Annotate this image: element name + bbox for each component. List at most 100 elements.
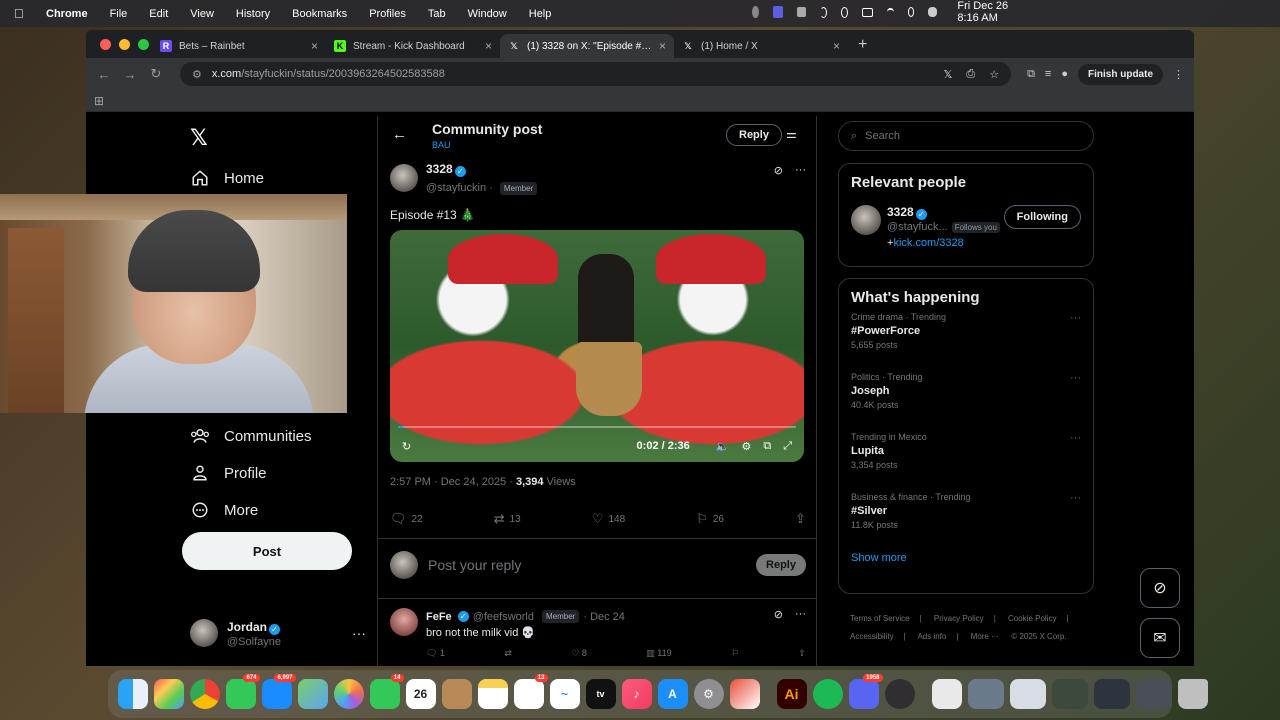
replay-icon[interactable]: ↻ — [402, 440, 411, 453]
relevant-person-handle[interactable]: @stayfuck... — [887, 221, 948, 233]
reply-input[interactable]: Post your reply — [428, 557, 746, 573]
grok-button[interactable]: ⊘ — [1140, 568, 1180, 608]
tweet-timestamp[interactable]: 2:57 PM · Dec 24, 2025 · — [390, 476, 516, 488]
menu-profiles[interactable]: Profiles — [369, 8, 406, 20]
reply-date[interactable]: · Dec 24 — [583, 611, 625, 623]
address-bar[interactable]: ⚙ x.com /stayfuckin/status/2003963264502… — [180, 62, 1012, 86]
media-controls-icon[interactable]: ≡ — [1045, 68, 1051, 80]
maps-icon[interactable] — [297, 679, 328, 709]
trend-item[interactable]: Business & finance · Trending #Silver 11… — [839, 486, 1093, 546]
discord-icon[interactable]: 1958 — [848, 674, 883, 709]
site-info-icon[interactable]: ⚙ — [192, 68, 202, 81]
tweet-author[interactable]: 3328 ✓ @stayfuckin · Member — [390, 160, 806, 196]
footer-cookies[interactable]: Cookie Policy — [1008, 614, 1056, 623]
install-app-icon[interactable]: ⎙ — [966, 68, 975, 81]
show-more-link[interactable]: Show more — [839, 546, 1093, 576]
system-settings-icon[interactable]: ⚙ — [693, 679, 724, 709]
apple-menu-icon[interactable]:  — [14, 6, 28, 21]
contacts-icon[interactable] — [441, 679, 472, 709]
chrome-icon[interactable] — [189, 679, 220, 709]
tab-x-post[interactable]: 𝕏 (1) 3328 on X: "Episode #13 🎄 × — [500, 34, 674, 58]
finish-update-button[interactable]: Finish update — [1078, 63, 1163, 85]
minimize-window-button[interactable] — [119, 39, 130, 50]
menu-window[interactable]: Window — [468, 8, 507, 20]
menu-help[interactable]: Help — [529, 8, 552, 20]
trend-item[interactable]: Politics · Trending Joseph 40.4K posts ·… — [839, 366, 1093, 426]
footer-ads-info[interactable]: Ads info — [917, 632, 946, 641]
grok-icon[interactable]: ⊘ — [774, 608, 783, 621]
header-reply-button[interactable]: Reply — [726, 124, 782, 146]
trend-more-icon[interactable]: ··· — [1070, 312, 1081, 324]
close-tab-icon[interactable]: × — [485, 39, 492, 53]
relevant-person[interactable]: 3328 ✓ @stayfuck... Follows you +kick.com/… — [839, 191, 1093, 261]
profile-avatar-icon[interactable]: ● — [1061, 68, 1068, 80]
bookmark-action[interactable]: ⚐ 26 — [696, 511, 724, 527]
grok-icon[interactable]: ⊘ — [774, 164, 783, 177]
community-link[interactable]: BAU — [432, 140, 451, 150]
post-button[interactable]: Post — [182, 532, 352, 570]
tab-kick[interactable]: K Stream - Kick Dashboard × — [326, 34, 500, 58]
bookmark-star-icon[interactable]: ☆ — [989, 68, 999, 81]
back-icon[interactable]: ← — [96, 67, 112, 82]
spotify-icon[interactable] — [812, 679, 843, 709]
fullscreen-icon[interactable]: ⤢ — [783, 440, 792, 453]
following-button[interactable]: Following — [1003, 205, 1081, 229]
photos-icon[interactable] — [333, 679, 364, 709]
repost-action[interactable]: ⇄ 13 — [494, 511, 521, 527]
reply-submit-button[interactable]: Reply — [756, 554, 806, 576]
video-progress-bar[interactable] — [398, 426, 796, 428]
messages-button[interactable]: ✉ — [1140, 618, 1180, 658]
tab-rainbet[interactable]: R Bets – Rainbet × — [152, 34, 326, 58]
close-tab-icon[interactable]: × — [833, 39, 840, 53]
menu-bookmarks[interactable]: Bookmarks — [292, 8, 347, 20]
chrome-menu-icon[interactable]: ⋮ — [1173, 68, 1184, 81]
nav-communities[interactable]: Communities — [190, 426, 312, 446]
reply-like-action[interactable]: ♡ 8 — [571, 648, 587, 659]
obs-icon[interactable] — [884, 679, 915, 709]
menu-view[interactable]: View — [190, 8, 214, 20]
minimized-window-thumbnail[interactable] — [1009, 679, 1046, 709]
reply-views-action[interactable]: ▥ 119 — [646, 648, 671, 659]
control-center-icon[interactable] — [928, 7, 938, 17]
screen-share-icon[interactable] — [772, 6, 783, 18]
reminders-icon[interactable]: 13 — [513, 674, 548, 709]
facetime-icon[interactable]: 14 — [369, 674, 404, 709]
trend-more-icon[interactable]: ··· — [1070, 432, 1081, 444]
volume-icon[interactable]: 🔈 — [716, 440, 730, 453]
avatar[interactable] — [390, 164, 418, 192]
menu-app-name[interactable]: Chrome — [46, 8, 88, 20]
reload-icon[interactable]: ↻ — [148, 66, 164, 82]
back-arrow-icon[interactable]: ← — [392, 126, 407, 143]
trend-item[interactable]: Trending in Mexico Lupita 3,354 posts ··… — [839, 426, 1093, 486]
reply-bookmark-icon[interactable]: ⚐ — [731, 648, 739, 659]
reply-share-icon[interactable]: ⇪ — [798, 648, 806, 659]
close-window-button[interactable] — [100, 39, 111, 50]
minimized-window-thumbnail[interactable] — [1135, 679, 1172, 709]
reply-reply-action[interactable]: 🗨 1 — [426, 648, 445, 659]
x-extension-icon[interactable]: 𝕏 — [944, 68, 953, 81]
illustrator-icon[interactable]: Ai — [776, 679, 807, 709]
spotlight-search-icon[interactable] — [907, 7, 915, 17]
minimized-window-thumbnail[interactable] — [967, 679, 1004, 709]
minimized-window-thumbnail[interactable] — [1093, 679, 1130, 709]
tweet-author-name[interactable]: 3328 — [426, 162, 453, 176]
search-input[interactable]: ⌕ Search — [838, 121, 1094, 151]
reply-more-icon[interactable]: ··· — [795, 608, 806, 621]
forward-icon[interactable]: → — [122, 67, 138, 82]
avatar[interactable] — [851, 205, 881, 235]
freeform-icon[interactable]: ~ — [549, 679, 580, 709]
messages-icon[interactable]: 674 — [225, 674, 260, 709]
trend-item[interactable]: Crime drama · Trending #PowerForce 5,655… — [839, 306, 1093, 366]
preview-icon[interactable] — [729, 679, 760, 709]
wifi-icon[interactable] — [886, 8, 894, 16]
share-action[interactable]: ⇪ — [795, 511, 806, 527]
close-tab-icon[interactable]: × — [311, 39, 318, 53]
x-logo-icon[interactable]: 𝕏 — [190, 126, 208, 151]
calendar-icon[interactable]: 26 — [405, 679, 436, 709]
tab-x-home[interactable]: 𝕏 (1) Home / X × — [674, 34, 848, 58]
music-icon[interactable]: ♪ — [621, 679, 652, 709]
filter-settings-icon[interactable]: ⚌ — [786, 127, 797, 141]
footer-accessibility[interactable]: Accessibility — [850, 632, 894, 641]
footer-more[interactable]: More ··· — [971, 632, 999, 641]
tweet-author-handle[interactable]: @stayfuckin — [426, 182, 486, 194]
